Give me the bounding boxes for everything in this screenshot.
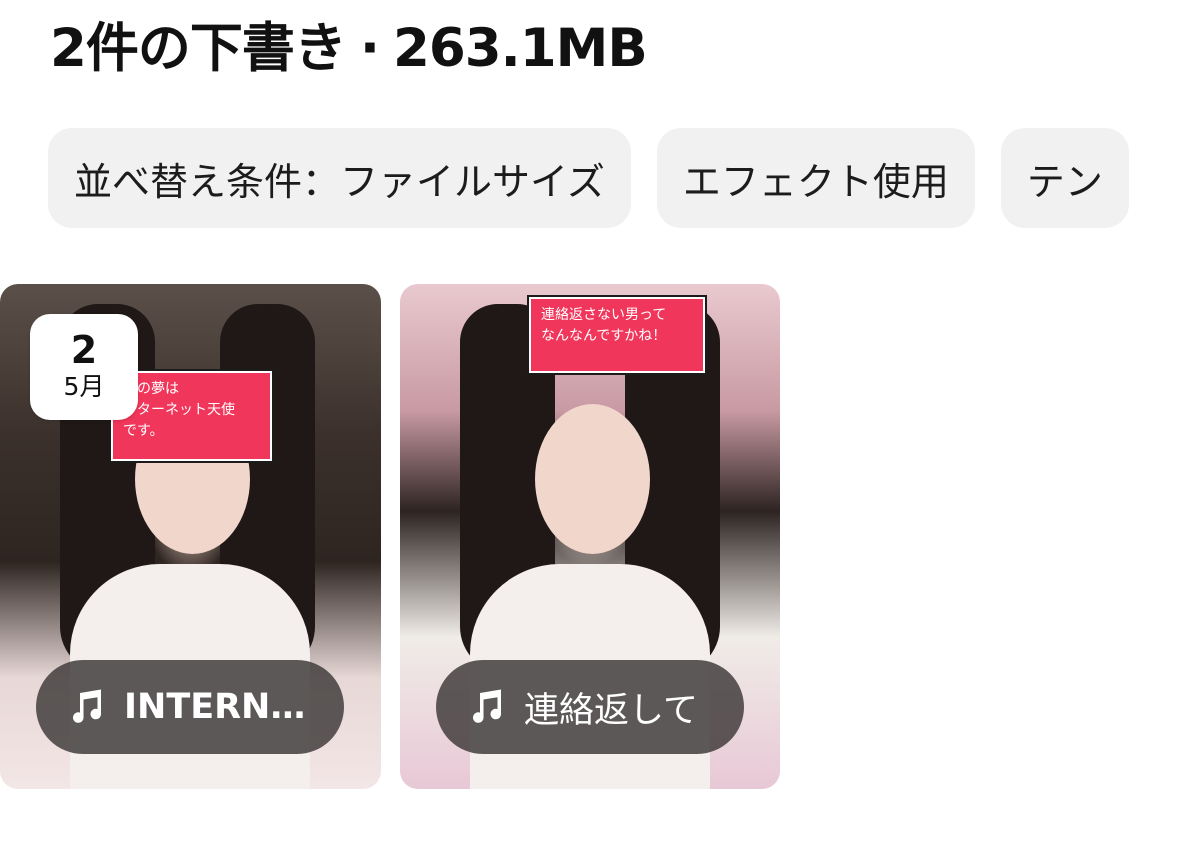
effects-used-chip[interactable]: エフェクト使用: [656, 128, 975, 228]
music-title: 連絡返して: [524, 690, 698, 731]
music-pill[interactable]: INTERNE…: [36, 660, 344, 754]
sticker-text: 来の夢は ンターネット天使 です。: [123, 381, 235, 439]
sticker-text: 連絡返さない男って なんなんですかね！: [541, 307, 667, 344]
draft-card[interactable]: 連絡返さない男って なんなんですかね！ 連絡返して: [400, 284, 780, 789]
music-title: INTERNE…: [124, 687, 314, 727]
total-size-label: 263.1MB: [393, 18, 648, 79]
date-month: 5月: [63, 372, 105, 401]
sort-by-file-size-chip[interactable]: 並べ替え条件：ファイルサイズ: [48, 128, 631, 228]
template-chip[interactable]: テン: [1000, 128, 1129, 228]
drafts-page: 2件の下書き · 263.1MB 並べ替え条件：ファイルサイズ エフェクト使用 テン…: [0, 0, 1179, 856]
date-day: 2: [70, 328, 98, 372]
draft-card[interactable]: 来の夢は ンターネット天使 です。 2 5月 INTERNE…: [0, 284, 381, 789]
page-title: 2件の下書き · 263.1MB: [50, 14, 648, 84]
filter-chip-row: 並べ替え条件：ファイルサイズ エフェクト使用 テン: [48, 128, 1129, 228]
date-badge: 2 5月: [30, 314, 138, 420]
text-sticker: 連絡返さない男って なんなんですかね！: [527, 295, 707, 375]
music-pill[interactable]: 連絡返して: [436, 660, 744, 754]
thumbnail-face: [535, 404, 650, 554]
title-separator: ·: [359, 18, 380, 79]
draft-count-label: 2件の下書き: [50, 18, 347, 79]
music-note-icon: [73, 689, 102, 723]
music-note-icon: [473, 689, 502, 723]
